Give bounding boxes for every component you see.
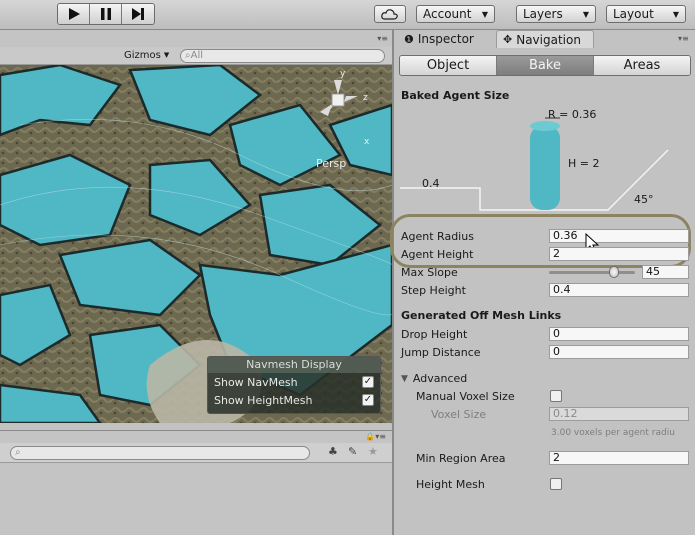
jump-distance-label: Jump Distance: [401, 346, 481, 359]
playback-controls: [57, 3, 155, 25]
manual-voxel-size-label: Manual Voxel Size: [416, 390, 515, 403]
play-button[interactable]: [58, 4, 90, 24]
show-navmesh-label: Show NavMesh: [214, 375, 298, 389]
min-region-area-label: Min Region Area: [416, 452, 506, 465]
pause-icon: [100, 8, 111, 20]
scene-search-placeholder: All: [190, 50, 204, 61]
panel-menu-icon[interactable]: ▾≡: [377, 34, 388, 43]
account-dropdown[interactable]: Account ▼: [416, 5, 495, 23]
agent-size-diagram: R = 0.36 H = 2 0.4 45°: [398, 106, 692, 216]
show-heightmesh-row[interactable]: Show HeightMesh ✓: [208, 391, 380, 409]
project-panel: 🔒▾≡ ⌕ ♣ ✎ ★: [0, 430, 392, 535]
show-heightmesh-label: Show HeightMesh: [214, 393, 313, 407]
navigation-mode-tabs: Object Bake Areas: [399, 55, 691, 76]
step-height-label: Step Height: [401, 284, 466, 297]
layout-dropdown[interactable]: Layout ▼: [606, 5, 686, 23]
chevron-down-icon: ▼: [582, 9, 589, 19]
baked-agent-size-title: Baked Agent Size: [401, 89, 510, 102]
min-region-area-field[interactable]: 2: [549, 451, 689, 465]
max-slope-field[interactable]: 45: [642, 265, 689, 279]
navigation-icon: ✥: [503, 33, 513, 46]
chevron-down-icon: ▼: [163, 51, 170, 59]
max-slope-label: Max Slope: [401, 266, 458, 279]
manual-voxel-size-checkbox[interactable]: [550, 390, 562, 402]
tab-navigation-label: Navigation: [516, 32, 581, 47]
svg-text:x: x: [364, 137, 370, 147]
foldout-arrow-icon: ▼: [401, 373, 408, 384]
favorite-star-icon[interactable]: ★: [368, 445, 378, 458]
svg-text:z: z: [363, 93, 368, 103]
pause-button[interactable]: [90, 4, 122, 24]
search-icon: ⌕: [15, 447, 21, 458]
step-icon: [132, 8, 144, 20]
project-search-input[interactable]: ⌕: [10, 446, 310, 460]
object-tab-button[interactable]: Object: [400, 56, 497, 75]
filter-by-type-icon[interactable]: ♣: [328, 445, 338, 458]
layers-label: Layers: [523, 7, 563, 21]
info-icon: ❶: [404, 32, 414, 46]
project-search-bar: ⌕ ♣ ✎ ★: [0, 443, 392, 463]
voxel-hint-text: 3.00 voxels per agent radiu: [551, 428, 675, 438]
cloud-icon: [381, 9, 398, 20]
cloud-button[interactable]: [374, 5, 406, 23]
voxel-size-label: Voxel Size: [431, 408, 487, 421]
navmesh-display-title: Navmesh Display: [208, 357, 380, 373]
areas-tab-button[interactable]: Areas: [594, 56, 690, 75]
show-navmesh-checkbox[interactable]: ✓: [362, 376, 374, 388]
layout-label: Layout: [613, 7, 654, 21]
bake-tab-button[interactable]: Bake: [497, 56, 594, 75]
drop-height-field[interactable]: 0: [549, 327, 689, 341]
tab-navigation[interactable]: ✥ Navigation: [496, 30, 594, 48]
advanced-foldout[interactable]: ▼ Advanced: [401, 372, 467, 385]
filter-by-label-icon[interactable]: ✎: [348, 445, 357, 458]
scene-view-header: Gizmos ▼ ⌕All: [0, 47, 392, 65]
tab-inspector-label: Inspector: [417, 32, 474, 46]
chevron-down-icon: ▼: [481, 9, 488, 19]
step-height-diagram-label: 0.4: [422, 177, 440, 190]
jump-distance-field[interactable]: 0: [549, 345, 689, 359]
play-icon: [68, 8, 80, 20]
agent-height-diagram-label: H = 2: [568, 157, 600, 170]
generated-off-mesh-links-title: Generated Off Mesh Links: [401, 309, 562, 322]
agent-radius-diagram-label: R = 0.36: [548, 108, 597, 121]
slope-angle-diagram-label: 45°: [634, 193, 654, 206]
tab-inspector[interactable]: ❶ Inspector: [398, 30, 480, 48]
panel-menu-icon[interactable]: 🔒▾≡: [365, 432, 386, 441]
step-height-field[interactable]: 0.4: [549, 283, 689, 297]
layers-dropdown[interactable]: Layers ▼: [516, 5, 596, 23]
step-button[interactable]: [122, 4, 154, 24]
show-heightmesh-checkbox[interactable]: ✓: [362, 394, 374, 406]
agent-radius-label: Agent Radius: [401, 230, 474, 243]
account-label: Account: [423, 7, 472, 21]
height-mesh-checkbox[interactable]: [550, 478, 562, 490]
svg-text:y: y: [340, 69, 346, 79]
navmesh-display-panel: Navmesh Display Show NavMesh ✓ Show Heig…: [207, 356, 381, 414]
show-navmesh-row[interactable]: Show NavMesh ✓: [208, 373, 380, 391]
chevron-down-icon: ▼: [672, 9, 679, 19]
gizmos-dropdown[interactable]: Gizmos ▼: [120, 48, 173, 63]
persp-label[interactable]: Persp: [316, 157, 346, 170]
gizmos-label: Gizmos: [124, 50, 161, 61]
agent-height-field[interactable]: 2: [549, 247, 689, 261]
agent-height-label: Agent Height: [401, 248, 474, 261]
scene-tab-strip: ▾≡: [0, 31, 392, 47]
max-slope-slider-track[interactable]: [549, 271, 635, 274]
max-slope-slider-thumb[interactable]: [608, 266, 619, 278]
height-mesh-label: Height Mesh: [416, 478, 485, 491]
scene-search-input[interactable]: ⌕All: [180, 49, 385, 63]
agent-radius-field[interactable]: 0.36: [549, 229, 689, 243]
scene-viewport[interactable]: y z x Persp Navmesh Display Show NavMesh…: [0, 65, 392, 423]
panel-menu-icon[interactable]: ▾≡: [678, 34, 689, 43]
main-toolbar: Account ▼ Layers ▼ Layout ▼: [0, 0, 695, 30]
advanced-label: Advanced: [412, 372, 468, 385]
voxel-size-field[interactable]: 0.12: [549, 407, 689, 421]
drop-height-label: Drop Height: [401, 328, 468, 341]
